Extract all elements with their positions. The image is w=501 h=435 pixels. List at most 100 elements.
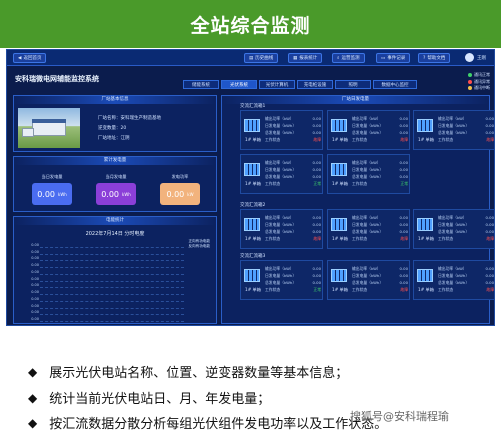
y-tick-label: 0.00 <box>31 290 39 295</box>
legend-offline: 通讯中断 <box>468 85 490 92</box>
chart-grid <box>40 245 184 322</box>
inverter-name: 1# 单箱 <box>332 287 348 292</box>
inverter-card[interactable]: 1# 单箱 输出功率（kW） 0.00 日发电量（kWh） 0.00 总发电量（kWh） 0… <box>327 260 410 300</box>
inverter-card[interactable]: 1# 单箱 输出功率（kW） 0.00 日发电量（kWh） 0.00 总发电量（kWh） 0… <box>327 209 410 249</box>
panel-title: 电能统计 <box>14 217 216 225</box>
inverter-field: 总发电量（kWh） 0.00 <box>265 229 321 234</box>
inverter-card[interactable]: 1# 单箱 输出功率（kW） 0.00 日发电量（kWh） 0.00 总发电量（kWh） 0… <box>327 154 410 194</box>
help-icon: ? <box>423 55 426 61</box>
inverter-field: 工作状态 故障 <box>352 236 408 241</box>
monitor-button[interactable]: ⌕ 运营监测 <box>332 53 365 63</box>
building <box>32 122 66 136</box>
y-tick-label: 0.00 <box>31 296 39 301</box>
inverter-card[interactable]: 1# 单箱 输出功率（kW） 0.00 日发电量（kWh） 0.00 总发电量（kWh） 0… <box>240 209 323 249</box>
inverter-field: 工作状态 故障 <box>352 287 408 292</box>
feature-item: ◆ 统计当前光伏电站日、月、年发电量； <box>28 390 271 408</box>
inverter-field: 输出功率（kW） 0.00 <box>352 116 408 121</box>
system-title: 安科瑞微电网辅能监控系统 <box>15 75 99 83</box>
inverter-field: 输出功率（kW） 0.00 <box>438 266 494 271</box>
inverter-card[interactable]: 1# 单箱 输出功率（kW） 0.00 日发电量（kWh） 0.00 总发电量（kWh） 0… <box>327 110 410 150</box>
inverter-field: 输出功率（kW） 0.00 <box>265 215 321 220</box>
solar-panel-icon <box>331 163 347 176</box>
inverter-field: 日发电量（kWh） 0.00 <box>265 222 321 227</box>
history-curve-button[interactable]: ▤ 历史曲线 <box>244 53 279 63</box>
y-tick-label: 0.00 <box>31 276 39 281</box>
app-window: ◀ 返回首页 ▤ 历史曲线 ▦ 报表统计 ⌕ 运营监测 ▭ 事件记录 ? 帮助文档 王刚 安… <box>6 49 495 326</box>
inverter-name: 1# 单箱 <box>245 137 261 142</box>
top-toolbar: ◀ 返回首页 ▤ 历史曲线 ▦ 报表统计 ⌕ 运营监测 ▭ 事件记录 ? 帮助文档 王刚 <box>7 50 494 66</box>
inverter-field: 总发电量（kWh） 0.00 <box>438 229 494 234</box>
inverter-card[interactable]: 1# 单箱 输出功率（kW） 0.00 日发电量（kWh） 0.00 总发电量（kWh） 0… <box>240 260 323 300</box>
gridline <box>40 287 184 289</box>
solar-panel-icon <box>244 269 260 282</box>
inverter-card[interactable]: 1# 单箱 输出功率（kW） 0.00 日发电量（kWh） 0.00 总发电量（kWh） 0… <box>413 110 494 150</box>
day-gen-card: 0.00 kWh <box>32 183 72 205</box>
inverter-field: 总发电量（kWh） 0.00 <box>438 280 494 285</box>
inverter-field: 工作状态 正常 <box>265 287 321 292</box>
gridline <box>40 307 184 309</box>
inverter-field: 总发电量（kWh） 0.00 <box>438 130 494 135</box>
y-tick-label: 0.00 <box>31 269 39 274</box>
inverter-field: 日发电量（kWh） 0.00 <box>438 273 494 278</box>
inverter-name: 1# 单箱 <box>245 236 261 241</box>
month-gen-card: 0.00 kWh <box>96 183 136 205</box>
chart-legend: 正向有功电能 反向有功电能 <box>188 239 210 249</box>
report-icon: ▦ <box>293 55 298 61</box>
inverter-card[interactable]: 1# 单箱 输出功率（kW） 0.00 日发电量（kWh） 0.00 总发电量（kWh） 0… <box>240 154 323 194</box>
diamond-bullet-icon: ◆ <box>28 364 38 379</box>
power-stats-panel: 电能统计 2022年7月14日 分时电度 正向有功电能 反向有功电能 0.00 0… <box>13 216 217 324</box>
solar-panel-icon <box>244 119 260 132</box>
station-photo <box>18 108 80 148</box>
inverter-field: 工作状态 故障 <box>352 137 408 142</box>
y-axis: 0.00 0.00 0.00 0.00 0.00 0.00 0.00 0.00 0.00 0.00… <box>17 243 39 321</box>
y-tick-label: 0.00 <box>31 310 39 315</box>
gridline <box>40 321 184 322</box>
event-log-button[interactable]: ▭ 事件记录 <box>376 53 411 63</box>
tab-pv-system[interactable]: 光伏系统 <box>221 80 257 89</box>
back-home-button[interactable]: ◀ 返回首页 <box>13 53 47 63</box>
back-arrow-icon: ◀ <box>18 55 22 61</box>
solar-panel-icon <box>244 218 260 231</box>
inverter-name: 1# 单箱 <box>245 287 261 292</box>
inverter-name: 1# 单箱 <box>418 137 434 142</box>
comm-legend: 通讯正常 通讯异常 通讯中断 <box>468 72 490 92</box>
inverter-field: 输出功率（kW） 0.00 <box>438 116 494 121</box>
inverter-field: 输出功率（kW） 0.00 <box>352 215 408 220</box>
tab-datacenter[interactable]: 数据中心监控 <box>373 80 417 89</box>
help-button[interactable]: ? 帮助文档 <box>418 53 451 63</box>
user-name: 王刚 <box>477 56 486 61</box>
chart-icon: ▤ <box>249 55 254 61</box>
inverter-field: 日发电量（kWh） 0.00 <box>352 273 408 278</box>
inverter-name: 1# 单箱 <box>332 236 348 241</box>
inverter-card[interactable]: 1# 单箱 输出功率（kW） 0.00 日发电量（kWh） 0.00 总发电量（kWh） 0… <box>240 110 323 150</box>
tab-lighting[interactable]: 照明 <box>335 80 371 89</box>
inverter-field: 工作状态 故障 <box>265 137 321 142</box>
inverter-field: 输出功率（kW） 0.00 <box>265 116 321 121</box>
inverter-field: 输出功率（kW） 0.00 <box>265 160 321 165</box>
inverter-card[interactable]: 1# 单箱 输出功率（kW） 0.00 日发电量（kWh） 0.00 总发电量（kWh） 0… <box>413 209 494 249</box>
inverter-name: 1# 单箱 <box>418 287 434 292</box>
inverter-field: 输出功率（kW） 0.00 <box>438 215 494 220</box>
station-name: 厂站名称：安科瑞生产制造基地 <box>98 116 161 121</box>
group-label: 交流汇流箱2 <box>240 203 266 208</box>
inverter-field: 总发电量（kWh） 0.00 <box>265 280 321 285</box>
gridline <box>40 260 184 262</box>
y-tick-label: 0.00 <box>31 256 39 261</box>
generation-panel: 累计发电量 当日发电量 当月发电量 发电功率 0.00 kWh 0.00 kWh 0… <box>13 156 217 212</box>
solar-panel-icon <box>244 163 260 176</box>
report-button[interactable]: ▦ 报表统计 <box>288 53 323 63</box>
inverter-field: 总发电量（kWh） 0.00 <box>352 229 408 234</box>
inverter-field: 总发电量（kWh） 0.00 <box>352 130 408 135</box>
inverter-field: 日发电量（kWh） 0.00 <box>352 222 408 227</box>
inverter-field: 日发电量（kWh） 0.00 <box>438 222 494 227</box>
avatar[interactable] <box>465 53 474 62</box>
tab-energy-storage[interactable]: 储能系统 <box>183 80 219 89</box>
system-header: 安科瑞微电网辅能监控系统 储能系统 光伏系统 光伏计算机 充电桩设施 照明 数据… <box>7 67 494 93</box>
tab-charging[interactable]: 充电桩设施 <box>297 80 333 89</box>
y-tick-label: 0.00 <box>31 283 39 288</box>
tab-pv-computer[interactable]: 光伏计算机 <box>259 80 295 89</box>
gridline <box>40 280 184 282</box>
doc-icon: ▭ <box>381 55 386 61</box>
inverter-card[interactable]: 1# 单箱 输出功率（kW） 0.00 日发电量（kWh） 0.00 总发电量（kWh） 0… <box>413 260 494 300</box>
watermark: 搜狐号@安科瑞程瑜 <box>350 410 449 423</box>
